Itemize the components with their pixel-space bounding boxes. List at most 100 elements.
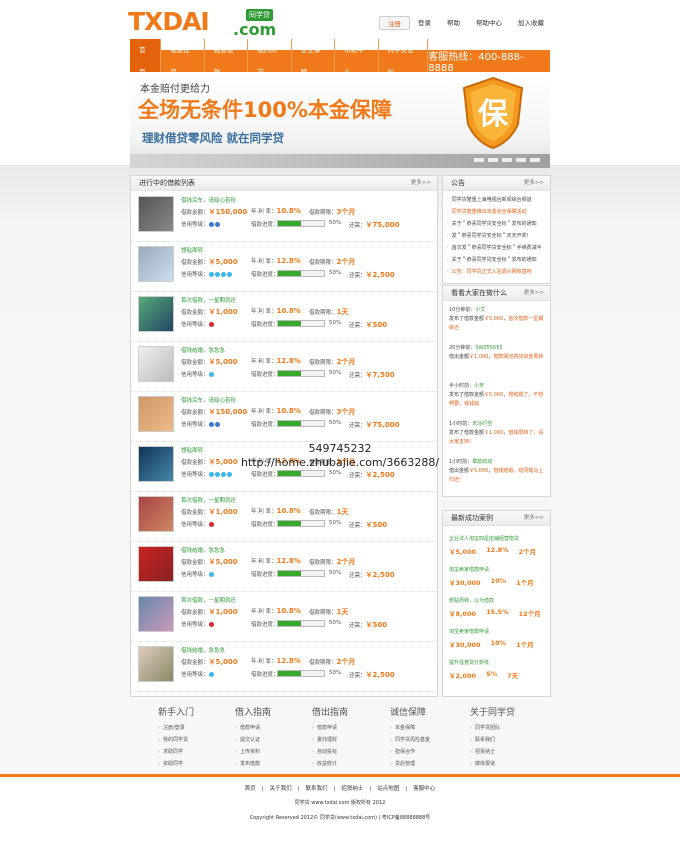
loan-thumbnail[interactable] [138,646,174,682]
loan-thumbnail[interactable] [138,346,174,382]
loan-row[interactable]: 借钱买车，请给心若秋 借款金额：￥150,000 年 利 率：10.8% 借款期限：3… [131,391,437,442]
footer-nav-link[interactable]: 联系我们 [303,786,331,792]
success-title-link[interactable]: 淘宝卖家借款申请 [449,628,546,635]
activity-loan-link[interactable]: 借款网店购货资金周转 [493,354,543,360]
hero-banner[interactable]: 本金赔付更给力 全场无条件100%本金保障 理财借贷零风险 就在同学贷 保 [130,72,550,168]
footer-link[interactable]: 本金保障 [390,722,465,734]
loan-row[interactable]: 首次借款，一星期就还 借款金额：￥1,000 年 利 率：10.8% 借款期限：1天信… [131,491,437,542]
pager-dot[interactable] [516,158,526,162]
loan-thumbnail[interactable] [138,496,174,532]
footer-link[interactable]: 上传资料 [235,746,310,758]
pager-dot[interactable] [474,158,484,162]
footer-link[interactable]: 自动投标 [312,746,387,758]
notice-item[interactable]: 同学贷隆重上海电视台新闻综合频道 [447,194,546,206]
loan-title-link[interactable]: 首次借款，一星期就还 [181,296,236,304]
progress-fill [278,521,301,526]
notice-item[interactable]: 首次发＂恭喜同学贷安全标＂手续费减半 [447,242,546,254]
footer-link[interactable]: 联系我们 [470,734,545,746]
loan-thumbnail[interactable] [138,296,174,332]
pager-dot[interactable] [488,158,498,162]
loan-row[interactable]: 首次借款，一星期就还 借款金额：￥1,000 年 利 率：10.8% 借款期限：1天信… [131,291,437,342]
loan-thumbnail[interactable] [138,596,174,632]
loan-row[interactable]: 借钱结婚，急急急 借款金额：￥5,000 年 利 率：12.8% 借款期限：2个月 信用… [131,341,437,392]
notice-item[interactable]: 发＂恭喜同学贷安全标＂天天开奖! [447,230,546,242]
loan-row[interactable]: 借钱买车，请给心若秋 借款金额：￥150,000 年 利 率：10.8% 借款期限：3… [131,191,437,242]
loan-row[interactable]: 借钱结婚，急急急 借款金额：￥5,000 年 利 率：12.8% 借款期限：2个月 信用… [131,641,437,692]
banner-pager[interactable] [474,158,540,162]
term-value: 1天 [336,308,349,316]
loan-thumbnail[interactable] [138,196,174,232]
success-title-link[interactable]: 企业法人淘宝四星店铺经营借贷 [449,535,546,542]
success-title-link[interactable]: 想贴周转，以为借款 [449,597,546,604]
footer-link[interactable]: 收益统计 [312,758,387,770]
activity-more[interactable]: 更多>> [524,286,544,300]
progress-value: 50% [329,220,342,226]
bookmark-link[interactable]: 加入收藏 [510,16,552,30]
success-title-link[interactable]: 淘宝卖家借款申请 [449,566,546,573]
register-link[interactable]: 注册 [379,16,410,30]
loan-row[interactable]: 想贴周转 借款金额：￥5,000 年 利 率：12.8% 借款期限：2个月 信用等级： 借… [131,241,437,292]
footer-link[interactable]: 媒体报道 [470,758,545,770]
progress-fill [278,221,301,226]
footer-link[interactable]: 注册/登录 [158,722,233,734]
footer-link[interactable]: 招贤纳士 [470,746,545,758]
footer-link[interactable]: 资助同学 [158,758,233,770]
loan-title-link[interactable]: 借钱结婚，急急急 [181,346,225,354]
footer-link[interactable]: 借款申请 [235,722,310,734]
notice-item[interactable]: 关于＂恭喜同学贷安全标＂发布的通知 [447,254,546,266]
pager-dot[interactable] [530,158,540,162]
loan-title-link[interactable]: 借钱买车，请给心若秋 [181,196,236,204]
success-title-link[interactable]: 提升信誉贷分析低 [449,659,546,666]
help-link[interactable]: 帮助 [439,16,468,30]
footer-link[interactable]: 我的同学贷 [158,734,233,746]
footer-link[interactable]: 同学贷风险基金 [390,734,465,746]
notice-more[interactable]: 更多>> [524,176,544,190]
footer-link[interactable]: 担保合作 [390,746,465,758]
footer-column: 关于同学贷同学贷团队联系我们招贤纳士媒体报道 [470,705,545,770]
loan-title-link[interactable]: 想贴周转 [181,246,203,254]
footer-nav-link[interactable]: 关于我们 [267,786,295,792]
footer-nav-link[interactable]: 首页 [242,786,259,792]
logo-tag: 同学贷 [246,9,273,21]
loan-row[interactable]: 首次借款，一星期就还 借款金额：￥1,000 年 利 率：10.8% 借款期限：1天信… [131,591,437,642]
loan-thumbnail[interactable] [138,396,174,432]
help-center-link[interactable]: 帮助中心 [468,16,510,30]
loan-title-link[interactable]: 首次借款，一星期就还 [181,596,236,604]
loan-title-link[interactable]: 首次借款，一星期就还 [181,496,236,504]
footer-link[interactable]: 提交认证 [235,734,310,746]
success-item[interactable]: 想贴周转，以为借款 ￥8,000 15.5% 12个月 [449,597,546,618]
pager-dot[interactable] [502,158,512,162]
login-link[interactable]: 登录 [410,16,439,30]
site-logo[interactable]: TXDAI .com 同学贷 [128,8,278,39]
loan-row[interactable]: 借钱结婚，急急急 借款金额：￥5,000 年 利 率：12.8% 借款期限：2个月 信用… [131,541,437,592]
activity-line-1: 20分钟前：SW055555 [449,344,546,353]
activity-user[interactable]: 天马行空 [472,421,492,427]
footer-link[interactable]: 发布借款 [235,758,310,770]
activity-user[interactable]: SW055555 [475,345,502,351]
footer-link[interactable]: 委托理财 [312,734,387,746]
footer-nav-link[interactable]: 客服中心 [410,786,438,792]
loan-title-link[interactable]: 借钱买车，请给心若秋 [181,396,236,404]
success-item[interactable]: 淘宝卖家借款申请 ￥30,000 10% 1个月 [449,628,546,649]
footer-link[interactable]: 求助同学 [158,746,233,758]
loan-list-more[interactable]: 更多>> [411,176,431,190]
success-more[interactable]: 更多>> [524,511,544,525]
loan-title-link[interactable]: 借钱结婚，急急急 [181,546,225,554]
activity-user[interactable]: 小芳 [474,383,484,389]
footer-link[interactable]: 贷后管理 [390,758,465,770]
success-item[interactable]: 淘宝卖家借款申请 ￥30,000 10% 1个月 [449,566,546,587]
success-item[interactable]: 提升信誉贷分析低 ￥2,000 5% 7天 [449,659,546,680]
footer-link[interactable]: 同学贷团队 [470,722,545,734]
notice-item[interactable]: 同学贷隆重推出本金完全保障活动 [447,206,546,218]
notice-item[interactable]: 关于＂恭喜同学贷安全标＂发布的通知 [447,218,546,230]
loan-title-link[interactable]: 借钱结婚，急急急 [181,646,225,654]
footer-nav-link[interactable]: 站点地图 [374,786,402,792]
loan-thumbnail[interactable] [138,546,174,582]
loan-thumbnail[interactable] [138,246,174,282]
success-item[interactable]: 企业法人淘宝四星店铺经营借贷 ￥5,000 12.8% 2个月 [449,535,546,556]
activity-user[interactable]: 小艾 [475,307,485,313]
notice-item[interactable]: 公告：同学贷正式入驻嘉兴网商基地 [447,266,546,278]
footer-link[interactable]: 借款申请 [312,722,387,734]
credit-label: 信用等级： [181,322,209,328]
footer-nav-link[interactable]: 招贤纳士 [338,786,366,792]
